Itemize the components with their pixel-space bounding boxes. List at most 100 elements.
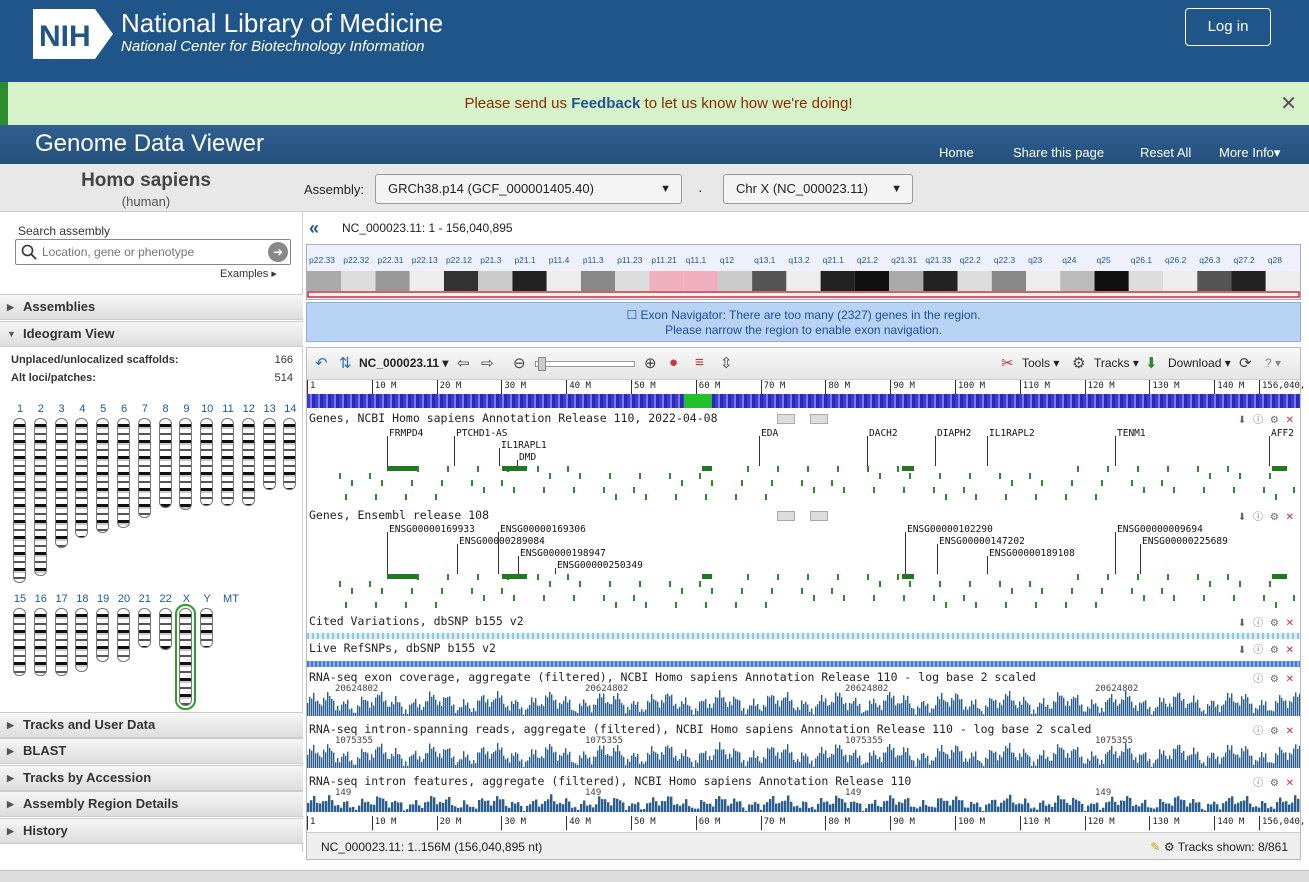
gene-feature[interactable] (477, 466, 479, 472)
download-menu[interactable]: Download ▾ (1168, 356, 1231, 370)
chromosome-12[interactable] (241, 418, 255, 506)
sequence-id-menu[interactable]: NC_000023.11 ▾ (359, 356, 448, 370)
gene-feature[interactable] (1209, 581, 1211, 587)
gene-feature[interactable] (1077, 466, 1079, 472)
gene-feature[interactable] (939, 473, 941, 479)
gene-feature[interactable] (603, 487, 605, 493)
chromosome-label-9[interactable]: 9 (176, 403, 196, 415)
band[interactable] (1060, 271, 1095, 291)
band[interactable] (580, 271, 616, 291)
band[interactable] (375, 271, 410, 291)
gene-feature[interactable] (1227, 574, 1229, 580)
gene-feature[interactable] (807, 574, 809, 580)
band[interactable] (1094, 271, 1129, 291)
color-bars-icon[interactable]: ≡ (695, 354, 704, 371)
gene-feature[interactable] (579, 473, 581, 479)
next-page-button[interactable] (810, 511, 828, 521)
gene-feature[interactable] (615, 602, 617, 608)
undo-icon[interactable]: ↶ (315, 354, 328, 372)
gene-feature[interactable] (831, 480, 833, 486)
gene-feature[interactable] (447, 574, 449, 580)
chromosome-label-11[interactable]: 11 (218, 403, 238, 415)
gene-feature[interactable] (1095, 494, 1097, 500)
gene-feature[interactable] (765, 602, 767, 608)
gene-feature[interactable] (502, 466, 527, 471)
chromosome-label-4[interactable]: 4 (72, 403, 92, 415)
gene-feature[interactable] (903, 595, 905, 601)
gene-feature[interactable] (375, 602, 377, 608)
chromosome-8[interactable] (158, 418, 172, 508)
gene-feature[interactable] (879, 473, 881, 479)
gene-feature[interactable] (1077, 574, 1079, 580)
gene-feature[interactable] (381, 480, 383, 486)
double-chevron-left-icon[interactable]: « (309, 218, 319, 239)
gene-feature[interactable] (1263, 487, 1265, 493)
gene-feature[interactable] (1173, 595, 1175, 601)
feedback-link[interactable]: Feedback (571, 95, 640, 112)
band[interactable] (991, 271, 1027, 291)
band-label[interactable]: q26.2 (1165, 255, 1187, 265)
gene-label-DACH2[interactable]: DACH2 (869, 428, 898, 439)
pencil-icon[interactable]: ✎ (1150, 840, 1160, 854)
rna-intron-reads-track[interactable] (307, 738, 1300, 768)
gene-feature[interactable] (963, 595, 965, 601)
chromosome-2[interactable] (33, 418, 47, 576)
band[interactable] (854, 271, 890, 291)
gene-feature[interactable] (711, 480, 713, 486)
gene-feature[interactable] (537, 466, 539, 472)
nav-home[interactable]: Home (939, 145, 974, 160)
gene-feature[interactable] (879, 581, 881, 587)
band-label[interactable]: q24 (1062, 255, 1076, 265)
band-label[interactable]: p22.12 (446, 255, 472, 265)
track-actions[interactable]: ⓘ ⚙ ✕ (1253, 722, 1296, 737)
gene-feature[interactable] (513, 595, 515, 601)
band-label[interactable]: q25 (1097, 255, 1111, 265)
band[interactable] (820, 271, 855, 291)
gene-feature[interactable] (741, 480, 743, 486)
gene-feature[interactable] (639, 473, 641, 479)
gene-feature[interactable] (1167, 574, 1169, 580)
gene-feature[interactable] (813, 487, 815, 493)
band[interactable] (683, 271, 718, 291)
band[interactable] (889, 271, 924, 291)
gene-feature[interactable] (777, 466, 779, 472)
band-label[interactable]: p22.32 (343, 255, 369, 265)
gene-feature[interactable] (771, 480, 773, 486)
band-label[interactable]: q21.31 (891, 255, 917, 265)
gene-label-ENSG00000169306[interactable]: ENSG00000169306 (500, 524, 586, 535)
gene-feature[interactable] (1131, 480, 1133, 486)
band[interactable] (546, 271, 581, 291)
gene-feature[interactable] (1233, 487, 1235, 493)
zoom-out-icon[interactable]: ⊖ (513, 354, 526, 372)
gene-label-DMD[interactable]: DMD (519, 452, 536, 463)
collapse-all-icon[interactable]: ⇳ (720, 354, 733, 372)
track-actions[interactable]: ⬇ ⓘ ⚙ ✕ (1238, 614, 1296, 629)
band-label[interactable]: p21.3 (480, 255, 502, 265)
gene-feature[interactable] (897, 466, 899, 472)
gene-feature[interactable] (387, 574, 417, 579)
band-label[interactable]: q28 (1268, 255, 1282, 265)
band[interactable] (1231, 271, 1266, 291)
chromosome-label-16[interactable]: 16 (31, 593, 51, 605)
gene-feature[interactable] (1227, 466, 1229, 472)
chromosome-20[interactable] (117, 608, 130, 662)
chromosome-10[interactable] (200, 418, 214, 506)
gene-feature[interactable] (699, 473, 701, 479)
gene-label-ENSG00000189108[interactable]: ENSG00000189108 (989, 548, 1075, 559)
gene-label-ENSG00000102290[interactable]: ENSG00000102290 (907, 524, 993, 535)
gene-feature[interactable] (1035, 494, 1037, 500)
chromosome-7[interactable] (137, 418, 151, 518)
gene-feature[interactable] (1029, 473, 1031, 479)
gene-feature[interactable] (351, 480, 353, 486)
gene-label-PTCHD1-AS[interactable]: PTCHD1-AS (456, 428, 507, 439)
gene-feature[interactable] (702, 466, 712, 471)
gene-feature[interactable] (675, 602, 677, 608)
gene-feature[interactable] (615, 494, 617, 500)
gene-feature[interactable] (567, 466, 569, 472)
gene-label-DIAPH2[interactable]: DIAPH2 (937, 428, 971, 439)
gene-feature[interactable] (609, 581, 611, 587)
gene-label-FRMPD4[interactable]: FRMPD4 (389, 428, 423, 439)
nih-logo[interactable]: NIH (33, 9, 113, 59)
gene-feature[interactable] (1197, 574, 1199, 580)
gene-feature[interactable] (741, 588, 743, 594)
